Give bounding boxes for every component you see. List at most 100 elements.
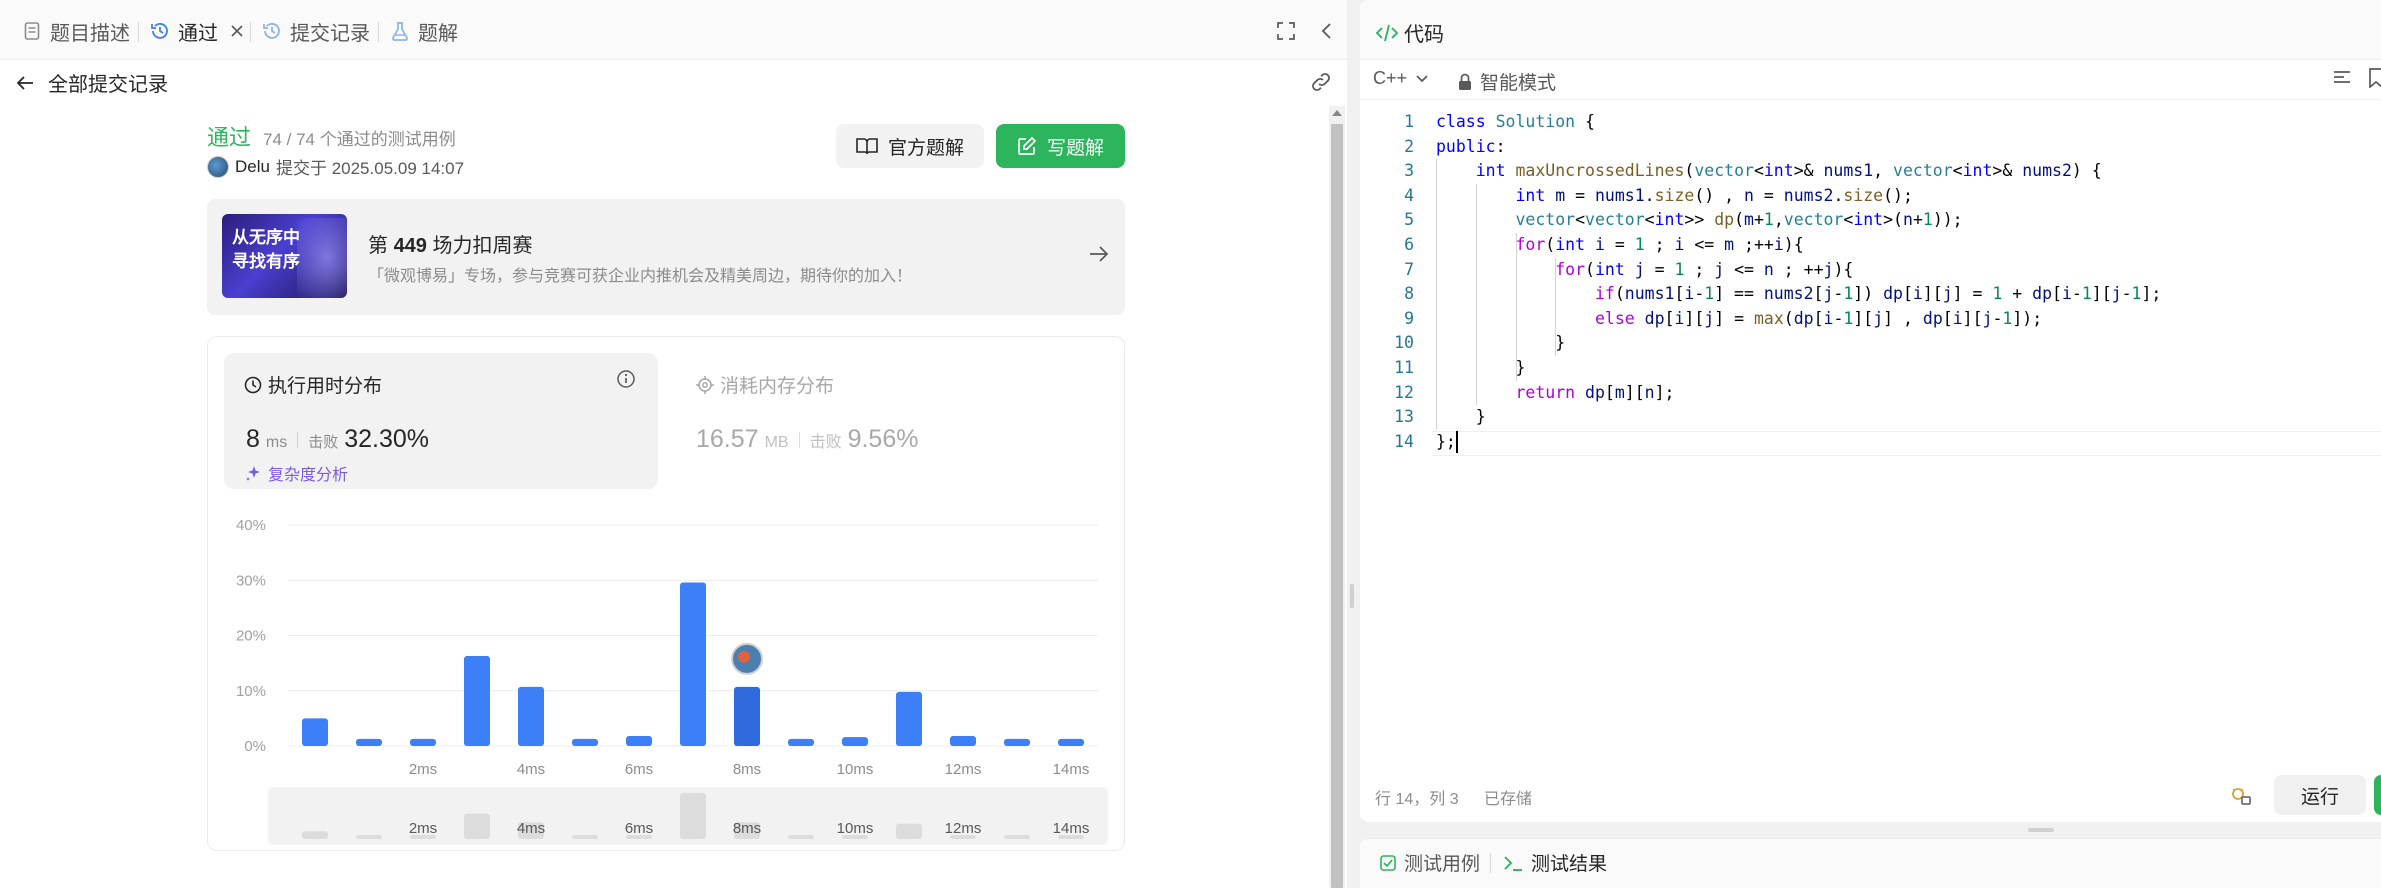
tab-divider: [378, 22, 379, 42]
tab-divider: [138, 22, 139, 42]
runtime-card[interactable]: 执行用时分布 8 ms 击败 32.30% 复杂度分析: [224, 353, 658, 489]
info-icon[interactable]: [616, 369, 636, 394]
chart-bar: [1004, 738, 1030, 746]
line-number: 11: [1394, 358, 1414, 377]
back-to-all-submissions[interactable]: 全部提交记录: [16, 68, 168, 97]
cursor-position: 行 14，列 3: [1375, 791, 1459, 808]
tab-testcase[interactable]: 测试用例: [1380, 849, 1480, 876]
book-icon: [856, 137, 878, 155]
username[interactable]: Delu: [235, 157, 270, 177]
banner-slogan-line2: 寻找有序: [232, 252, 300, 271]
tab-description[interactable]: 题目描述: [22, 18, 130, 45]
code-line[interactable]: 9 else dp[i][j] = max(dp[i-1][j] , dp[i]…: [1360, 307, 2381, 332]
tab-code[interactable]: 代码: [1376, 18, 1444, 47]
text-caret: [1455, 430, 1458, 453]
code-line[interactable]: 13 }: [1360, 405, 2381, 430]
code-line[interactable]: 12 return dp[m][n];: [1360, 381, 2381, 406]
tab-accepted-label: 通过: [178, 22, 218, 45]
line-number: 1: [1404, 112, 1414, 131]
avatar[interactable]: [207, 155, 229, 178]
code-line[interactable]: 6 for(int i = 1 ; i <= m ;++i){: [1360, 233, 2381, 258]
code-line[interactable]: 7 for(int j = 1 ; j <= n ; ++j){: [1360, 258, 2381, 283]
code-text: int m = nums1.size() , n = nums2.size();: [1515, 185, 1913, 205]
contest-banner[interactable]: 从无序中 寻找有序 第 449 场力扣周赛 「微观博易」专场，参与竞赛可获企业内…: [207, 199, 1125, 315]
submission-detail: 通过 74 / 74 个通过的测试用例 Delu 提交于 2025.05.09 …: [0, 102, 1328, 888]
complexity-analysis-link[interactable]: 复杂度分析: [246, 461, 348, 485]
left-scrollbar[interactable]: [1329, 106, 1345, 888]
tab-solutions[interactable]: 题解: [390, 18, 458, 45]
overview-tick-label: 14ms: [1053, 820, 1090, 837]
code-text: class Solution {: [1436, 112, 1595, 131]
overview-bar: [572, 835, 598, 839]
language-selector[interactable]: C++: [1373, 68, 1429, 89]
overview-tick-label: 4ms: [517, 820, 545, 837]
line-number: 2: [1404, 136, 1414, 156]
memory-beat-percent: 9.56%: [847, 425, 919, 453]
chevron-left-icon[interactable]: [1320, 20, 1332, 42]
memory-metric: 16.57 MB 击败 9.56%: [696, 425, 918, 454]
submission-subheader: 全部提交记录: [0, 60, 1347, 102]
line-number: 12: [1394, 382, 1414, 402]
arrow-right-icon[interactable]: [1089, 245, 1109, 268]
clock-icon: [244, 376, 262, 394]
code-toolbar: C++ 智能模式: [1360, 60, 2381, 100]
code-text: return dp[m][n];: [1515, 382, 1675, 402]
code-line[interactable]: 2 public:: [1360, 135, 2381, 160]
fullscreen-icon[interactable]: [1277, 20, 1295, 42]
code-text: else dp[i][j] = max(dp[i-1][j] , dp[i][j…: [1594, 308, 2043, 328]
code-panel: 代码 C++ 智能模式 1 class Solution {2 public:…: [1360, 0, 2381, 822]
code-line[interactable]: 3 int maxUncrossedLines(vector<int>& num…: [1360, 159, 2381, 184]
memory-header[interactable]: 消耗内存分布: [696, 371, 834, 398]
overview-tick-label: 10ms: [837, 820, 874, 837]
runtime-title: 执行用时分布: [268, 376, 383, 397]
write-solution-button[interactable]: 写题解: [996, 124, 1125, 168]
run-button[interactable]: 运行: [2274, 775, 2366, 815]
chart-bar: [950, 736, 976, 746]
tab-submissions[interactable]: 提交记录: [262, 18, 370, 45]
tab-test-result[interactable]: 测试结果: [1503, 849, 1607, 876]
x-tick-label: 4ms: [517, 761, 545, 778]
editor-resize-handle[interactable]: [2028, 828, 2054, 832]
code-line[interactable]: 11 }: [1360, 356, 2381, 381]
code-line[interactable]: 1 class Solution {: [1360, 110, 2381, 135]
official-solution-button[interactable]: 官方题解: [836, 124, 984, 168]
debug-icon[interactable]: [2230, 785, 2252, 810]
line-number: 8: [1404, 284, 1414, 304]
smart-mode[interactable]: 智能模式: [1458, 68, 1556, 95]
testcase-label: 测试用例: [1404, 854, 1481, 875]
code-text: for(int i = 1 ; i <= m ;++i){: [1515, 235, 1804, 254]
code-icon: [1376, 24, 1398, 42]
code-line[interactable]: 5 vector<vector<int>> dp(m+1,vector<int>…: [1360, 208, 2381, 233]
runtime-beat-label: 击败: [308, 434, 339, 451]
terminal-icon: [1503, 854, 1523, 872]
code-line[interactable]: 10 }: [1360, 331, 2381, 356]
code-text: public:: [1436, 136, 1506, 156]
runtime-value: 8: [246, 425, 260, 453]
bookmark-icon[interactable]: [2368, 68, 2381, 93]
scrollbar-thumb[interactable]: [1331, 124, 1343, 888]
edit-icon: [1017, 136, 1037, 156]
code-line[interactable]: 14};: [1360, 430, 2381, 455]
write-solution-label: 写题解: [1046, 137, 1104, 159]
line-number: 6: [1404, 235, 1414, 254]
contest-number: 449: [393, 235, 427, 257]
code-editor[interactable]: 1 class Solution { 2 public: 3 int maxUncros…: [1360, 110, 2381, 770]
official-solution-label: 官方题解: [887, 137, 964, 159]
submission-status: 通过: [207, 125, 252, 150]
panel-resize-handle[interactable]: [1350, 584, 1354, 608]
code-line[interactable]: 8 if(nums1[i-1] == nums2[j-1]) dp[i][j] …: [1360, 282, 2381, 307]
code-line[interactable]: 4 int m = nums1.size() , n = nums2.size(…: [1360, 184, 2381, 209]
format-icon[interactable]: [2332, 69, 2352, 92]
chip-icon: [696, 375, 714, 394]
scroll-up-arrow[interactable]: [1332, 110, 1342, 116]
left-tabbar: 题目描述 通过 提交记录 题解: [0, 0, 1347, 60]
submit-button[interactable]: [2374, 775, 2381, 815]
close-icon[interactable]: [230, 24, 244, 38]
avatar-detail: [738, 650, 750, 663]
status-row: 通过 74 / 74 个通过的测试用例: [207, 120, 456, 152]
x-tick-label: 10ms: [837, 761, 874, 778]
tab-accepted[interactable]: 通过: [150, 18, 244, 45]
code-text: vector<vector<int>> dp(m+1,vector<int>(n…: [1515, 210, 1963, 230]
link-icon[interactable]: [1309, 70, 1333, 99]
sparkle-icon: [246, 465, 262, 481]
